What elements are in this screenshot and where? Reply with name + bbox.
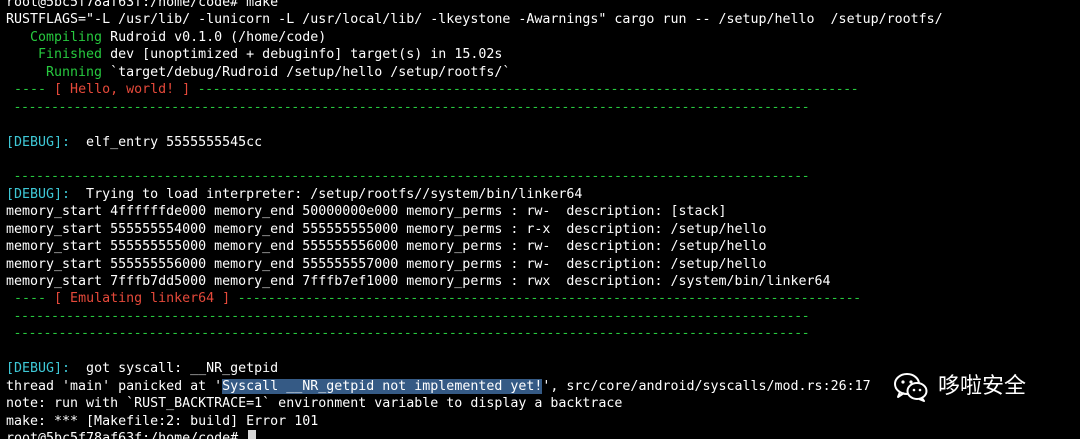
line-segment: make: *** [Makefile:2: build] Error 101 xyxy=(6,413,319,429)
line-segment: root@5bc5f78af63f:/home/code# make xyxy=(6,0,279,10)
watermark-label: 哆啦安全 xyxy=(938,374,1027,400)
selected-text: Syscall __NR_getpid not implemented yet! xyxy=(222,378,543,394)
terminal-line: RUSTFLAGS="-L /usr/lib/ -lunicorn -L /us… xyxy=(6,11,1080,28)
terminal-line: ----------------------------------------… xyxy=(6,308,1080,325)
wechat-icon xyxy=(894,373,928,402)
terminal-line: [DEBUG]: Trying to load interpreter: /se… xyxy=(6,186,1080,203)
line-segment: got syscall: __NR_getpid xyxy=(70,361,279,377)
line-segment: [DEBUG]: xyxy=(6,361,71,377)
terminal-line: ----------------------------------------… xyxy=(6,325,1080,342)
line-segment: ----------------------------------------… xyxy=(230,291,861,307)
line-segment: [DEBUG]: xyxy=(6,134,71,150)
line-segment: root@5bc5f78af63f:/home/code# xyxy=(6,430,247,439)
line-segment: elf_entry 5555555545cc xyxy=(70,134,263,150)
terminal-line: memory_start 7fffb7dd5000 memory_end 7ff… xyxy=(6,273,1080,290)
line-segment: ----------------------------------------… xyxy=(6,169,810,185)
line-segment: [DEBUG]: xyxy=(6,186,71,202)
line-segment: memory_start 555555556000 memory_end 555… xyxy=(6,256,767,272)
line-segment: note: run with `RUST_BACKTRACE=1` enviro… xyxy=(6,396,623,412)
line-segment: Trying to load interpreter: /setup/rootf… xyxy=(70,186,583,202)
line-segment: [ Hello, world! ] xyxy=(54,82,191,98)
line-segment: ---- xyxy=(6,82,55,98)
terminal-line: memory_start 555555556000 memory_end 555… xyxy=(6,256,1080,273)
line-segment: Finished xyxy=(6,47,103,63)
watermark: 哆啦安全 xyxy=(894,372,1026,402)
terminal-line: Compiling Rudroid v0.1.0 (/home/code) xyxy=(6,29,1080,46)
terminal-line: ----------------------------------------… xyxy=(6,99,1080,116)
terminal-line: Running `target/debug/Rudroid /setup/hel… xyxy=(6,64,1080,81)
line-segment: RUSTFLAGS="-L /usr/lib/ -lunicorn -L /us… xyxy=(6,12,943,28)
terminal-line: memory_start 555555555000 memory_end 555… xyxy=(6,238,1080,255)
line-segment: [ Emulating linker64 ] xyxy=(54,291,231,307)
terminal-line: ---- [ Emulating linker64 ] ------------… xyxy=(6,290,1080,307)
terminal-line: ----------------------------------------… xyxy=(6,168,1080,185)
terminal-line: make: *** [Makefile:2: build] Error 101 xyxy=(6,413,1080,430)
terminal-window[interactable]: root@5bc5f78af63f:/home/code# make RUSTFL… xyxy=(0,0,1080,439)
line-segment: thread 'main' panicked at ' xyxy=(6,378,223,394)
line-segment: memory_start 555555555000 memory_end 555… xyxy=(6,239,767,255)
line-segment: ', src/core/android/syscalls/mod.rs:26:1… xyxy=(542,378,871,394)
terminal-line: memory_start 4ffffffde000 memory_end 500… xyxy=(6,203,1080,220)
line-segment: ----------------------------------------… xyxy=(6,326,810,342)
line-segment: ----------------------------------------… xyxy=(190,82,859,98)
terminal-line: root@5bc5f78af63f:/home/code# xyxy=(6,429,1080,439)
line-segment: Running xyxy=(6,64,103,80)
terminal-line: Finished dev [unoptimized + debuginfo] t… xyxy=(6,46,1080,63)
line-segment: ----------------------------------------… xyxy=(6,308,810,324)
line-segment: `target/debug/Rudroid /setup/hello /setu… xyxy=(102,64,511,80)
terminal-line: ---- [ Hello, world! ] -----------------… xyxy=(6,81,1080,98)
line-segment: ---- xyxy=(6,291,55,307)
terminal-cursor[interactable] xyxy=(248,429,257,439)
line-segment: Rudroid v0.1.0 (/home/code) xyxy=(102,29,327,45)
terminal-line: memory_start 555555554000 memory_end 555… xyxy=(6,221,1080,238)
terminal-line: [DEBUG]: elf_entry 5555555545cc xyxy=(6,134,1080,151)
line-segment: memory_start 7fffb7dd5000 memory_end 7ff… xyxy=(6,274,831,289)
line-segment: memory_start 4ffffffde000 memory_end 500… xyxy=(6,204,727,220)
line-segment: dev [unoptimized + debuginfo] target(s) … xyxy=(102,47,503,63)
line-segment: ----------------------------------------… xyxy=(6,99,810,115)
terminal-line: root@5bc5f78af63f:/home/code# make xyxy=(6,0,1080,11)
line-segment: memory_start 555555554000 memory_end 555… xyxy=(6,221,767,237)
line-segment: Compiling xyxy=(6,29,103,45)
